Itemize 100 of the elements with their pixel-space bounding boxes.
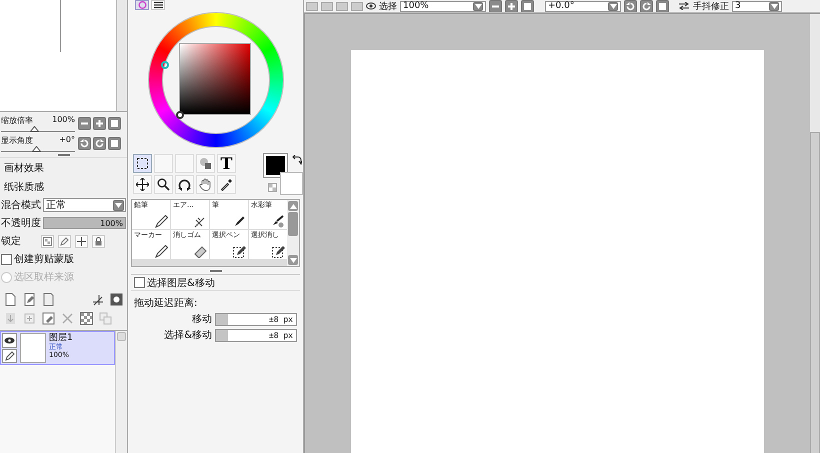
option-label: 拖动延迟距离:	[133, 296, 198, 311]
scrollbar[interactable]	[810, 14, 820, 453]
eye-icon	[4, 336, 15, 344]
rectangle-select-icon	[136, 157, 149, 170]
slider-thumb[interactable]	[30, 126, 40, 132]
reset-zoom-button[interactable]	[521, 0, 534, 12]
rotation-dropdown[interactable]: +0.0°	[545, 0, 621, 12]
slider-reading: +0°	[59, 134, 75, 146]
background-color[interactable]	[280, 172, 303, 195]
color-tab[interactable]	[151, 0, 165, 10]
new-layer-icon[interactable]	[4, 293, 17, 306]
zoom-out-button[interactable]	[78, 116, 91, 130]
pencil-icon	[4, 350, 14, 361]
distance-slider[interactable]: ±8 px	[215, 312, 297, 326]
layer-thumbnail	[20, 333, 46, 363]
color-tab[interactable]	[135, 0, 149, 10]
zoom-in-button[interactable]	[93, 116, 106, 130]
tool-button[interactable]: T	[217, 154, 236, 173]
scrollbar[interactable]	[117, 0, 127, 111]
rotate-right-button[interactable]	[640, 0, 653, 12]
new-pen-layer-icon[interactable]	[23, 293, 36, 306]
rotate-left-icon	[626, 2, 635, 10]
square-icon	[659, 2, 666, 10]
reset-rotation-button[interactable]	[656, 0, 669, 12]
checker-icon[interactable]	[80, 312, 93, 325]
opacity-label: 不透明度	[1, 216, 41, 230]
caret-icon	[290, 258, 296, 262]
rotate-icon	[178, 178, 191, 191]
blend-mode-dropdown[interactable]: 正常	[43, 198, 126, 212]
up-caret-icon	[290, 204, 296, 208]
slider-track[interactable]	[1, 146, 75, 152]
option-label: 移动	[192, 313, 212, 326]
hue-marker[interactable]	[160, 61, 168, 69]
caret-icon	[115, 202, 122, 208]
watercolor-brush-icon	[272, 215, 285, 228]
slider-reading: ±8 px	[268, 314, 293, 326]
distance-slider[interactable]: ±8 px	[215, 328, 297, 342]
clear-layer-icon[interactable]	[42, 312, 55, 325]
checkbox[interactable]	[1, 254, 12, 264]
pencil-icon	[60, 236, 69, 246]
rotate-right-button[interactable]	[93, 136, 106, 150]
zoom-dropdown[interactable]: 100%	[400, 0, 486, 12]
option-label: 选择&移动	[164, 328, 212, 342]
move-icon	[136, 178, 149, 191]
flip-icon[interactable]	[678, 2, 690, 10]
eyedropper-icon	[220, 178, 233, 191]
lock-all-button[interactable]	[92, 234, 105, 248]
opacity-reading: 100%	[100, 218, 123, 229]
slider-label: 显示角度	[1, 134, 33, 146]
caret-icon	[610, 4, 616, 8]
blend-mode-label: 混合模式	[1, 198, 41, 212]
shapes-icon	[199, 157, 212, 170]
stabilizer-dropdown[interactable]: 3	[732, 0, 782, 12]
slider-thumb[interactable]	[32, 146, 41, 152]
checkbox[interactable]	[134, 277, 145, 288]
selection-pen-icon	[233, 245, 246, 258]
select-label: 选择	[379, 0, 397, 12]
scrollbar-thumb[interactable]	[288, 212, 298, 236]
lock-move-button[interactable]	[75, 234, 88, 248]
opacity-slider[interactable]: 100%	[43, 217, 126, 229]
clipping-checkbox[interactable]: 创建剪贴蒙版	[0, 250, 127, 268]
checker-icon[interactable]	[268, 183, 277, 192]
checkbox-label: 创建剪贴蒙版	[14, 252, 74, 266]
caret-icon	[474, 4, 482, 8]
square-icon	[111, 120, 118, 126]
pencil-icon	[155, 245, 168, 258]
rotate-left-button[interactable]	[78, 136, 91, 150]
plus-icon	[95, 118, 104, 128]
eye-icon[interactable]	[366, 2, 376, 10]
new-folder-icon[interactable]	[42, 293, 55, 306]
plus-icon	[507, 2, 516, 10]
lock-paint-button[interactable]	[58, 234, 71, 248]
panel-item[interactable]: 纸张质感	[0, 177, 127, 196]
zoom-out-button[interactable]	[489, 0, 502, 12]
slider-reading: 100%	[52, 114, 75, 126]
lock-icon	[94, 236, 103, 246]
scrollbar-thumb[interactable]	[810, 132, 820, 453]
checkbox-label: 选择图层&移动	[147, 276, 215, 290]
slider-reading: ±8 px	[268, 330, 293, 342]
lock-transparency-button[interactable]	[41, 234, 54, 248]
saturation-value-square[interactable]	[178, 43, 250, 115]
selection-pen-icon	[272, 245, 285, 258]
tool-button[interactable]	[133, 154, 152, 173]
reset-zoom-button[interactable]	[108, 116, 121, 130]
rotate-left-button[interactable]	[624, 0, 637, 12]
lock-label: 锁定	[1, 234, 22, 248]
foreground-color[interactable]	[264, 154, 287, 177]
zoom-in-button[interactable]	[505, 0, 518, 12]
checker-icon	[43, 236, 52, 246]
magnifier-icon	[157, 178, 170, 191]
layer-name: 图层1	[49, 333, 73, 343]
slider-track[interactable]	[1, 126, 75, 132]
visibility-toggle[interactable]	[2, 333, 17, 348]
slider-label: 缩放倍率	[1, 114, 33, 126]
caret-icon	[770, 4, 778, 8]
swap-icon[interactable]	[292, 155, 302, 165]
mask-icon[interactable]	[110, 293, 123, 306]
reset-rotation-button[interactable]	[108, 136, 121, 150]
slider-bars-icon	[154, 1, 162, 9]
panel-item[interactable]: 画材效果	[0, 158, 127, 177]
